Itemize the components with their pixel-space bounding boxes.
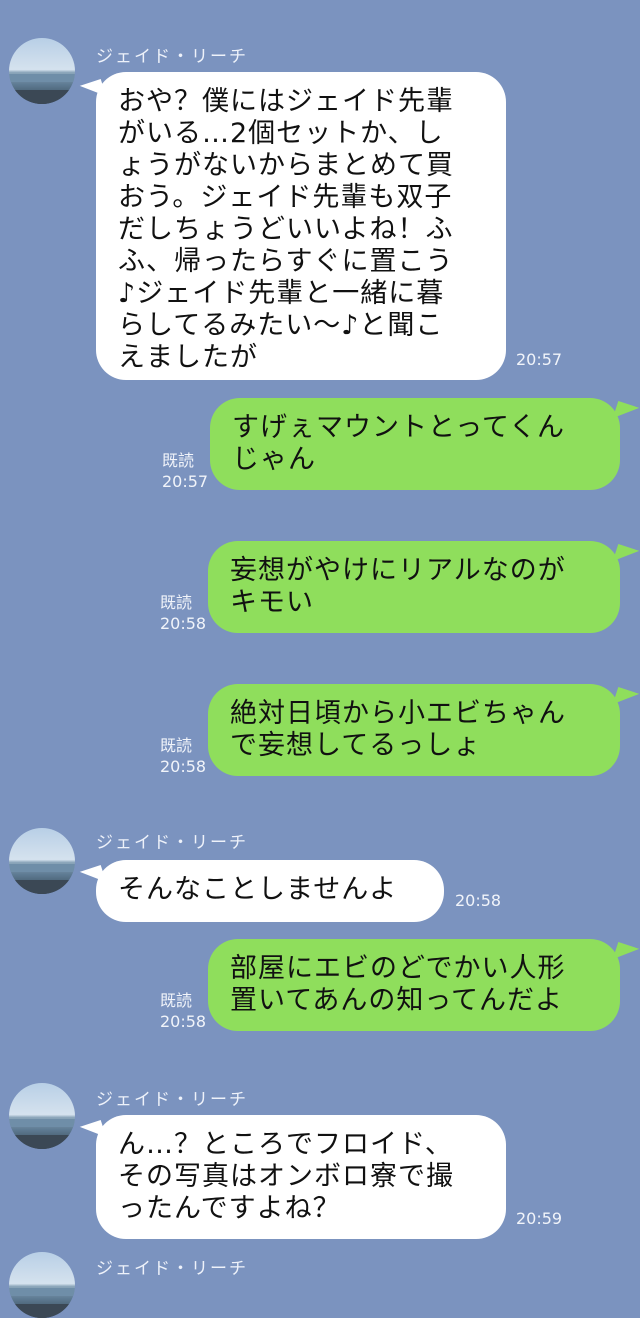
message-meta: 既読 20:58 (160, 735, 206, 777)
message-meta: 既読 20:58 (160, 990, 206, 1032)
sender-name: ジェイド・リーチ (96, 1090, 248, 1110)
message-time: 20:57 (516, 350, 563, 369)
read-receipt: 既読 (160, 593, 193, 612)
message-time: 20:58 (160, 1012, 207, 1031)
message-bubble-outgoing[interactable]: 絶対日頃から小エビちゃん で妄想してるっしょ (208, 684, 620, 776)
sender-name: ジェイド・リーチ (96, 833, 248, 853)
message-meta: 既読 20:57 (162, 450, 208, 492)
read-receipt: 既読 (160, 736, 193, 755)
message-time: 20:58 (455, 891, 502, 910)
message-bubble-outgoing[interactable]: 部屋にエビのどでかい人形 置いてあんの知ってんだよ (208, 939, 620, 1031)
message-time: 20:58 (160, 757, 207, 776)
avatar[interactable] (9, 1083, 75, 1149)
message-bubble-outgoing[interactable]: すげぇマウントとってくん じゃん (210, 398, 620, 490)
avatar[interactable] (9, 828, 75, 894)
message-bubble-incoming[interactable]: そんなことしませんよ (96, 860, 444, 922)
read-receipt: 既読 (162, 451, 195, 470)
sender-name: ジェイド・リーチ (96, 47, 248, 67)
read-receipt: 既読 (160, 991, 193, 1010)
message-bubble-incoming[interactable]: おや？僕にはジェイド先輩 がいる…2個セットか、し ょうがないからまとめて買 お… (96, 72, 506, 380)
message-time: 20:57 (162, 472, 209, 491)
message-time: 20:59 (516, 1209, 563, 1228)
avatar[interactable] (9, 38, 75, 104)
message-bubble-outgoing[interactable]: 妄想がやけにリアルなのが キモい (208, 541, 620, 633)
message-bubble-incoming[interactable]: ん…？ところでフロイド、 その写真はオンボロ寮で撮 ったんですよね？ (96, 1115, 506, 1239)
message-time: 20:58 (160, 614, 207, 633)
avatar[interactable] (9, 1252, 75, 1318)
message-meta: 既読 20:58 (160, 592, 206, 634)
